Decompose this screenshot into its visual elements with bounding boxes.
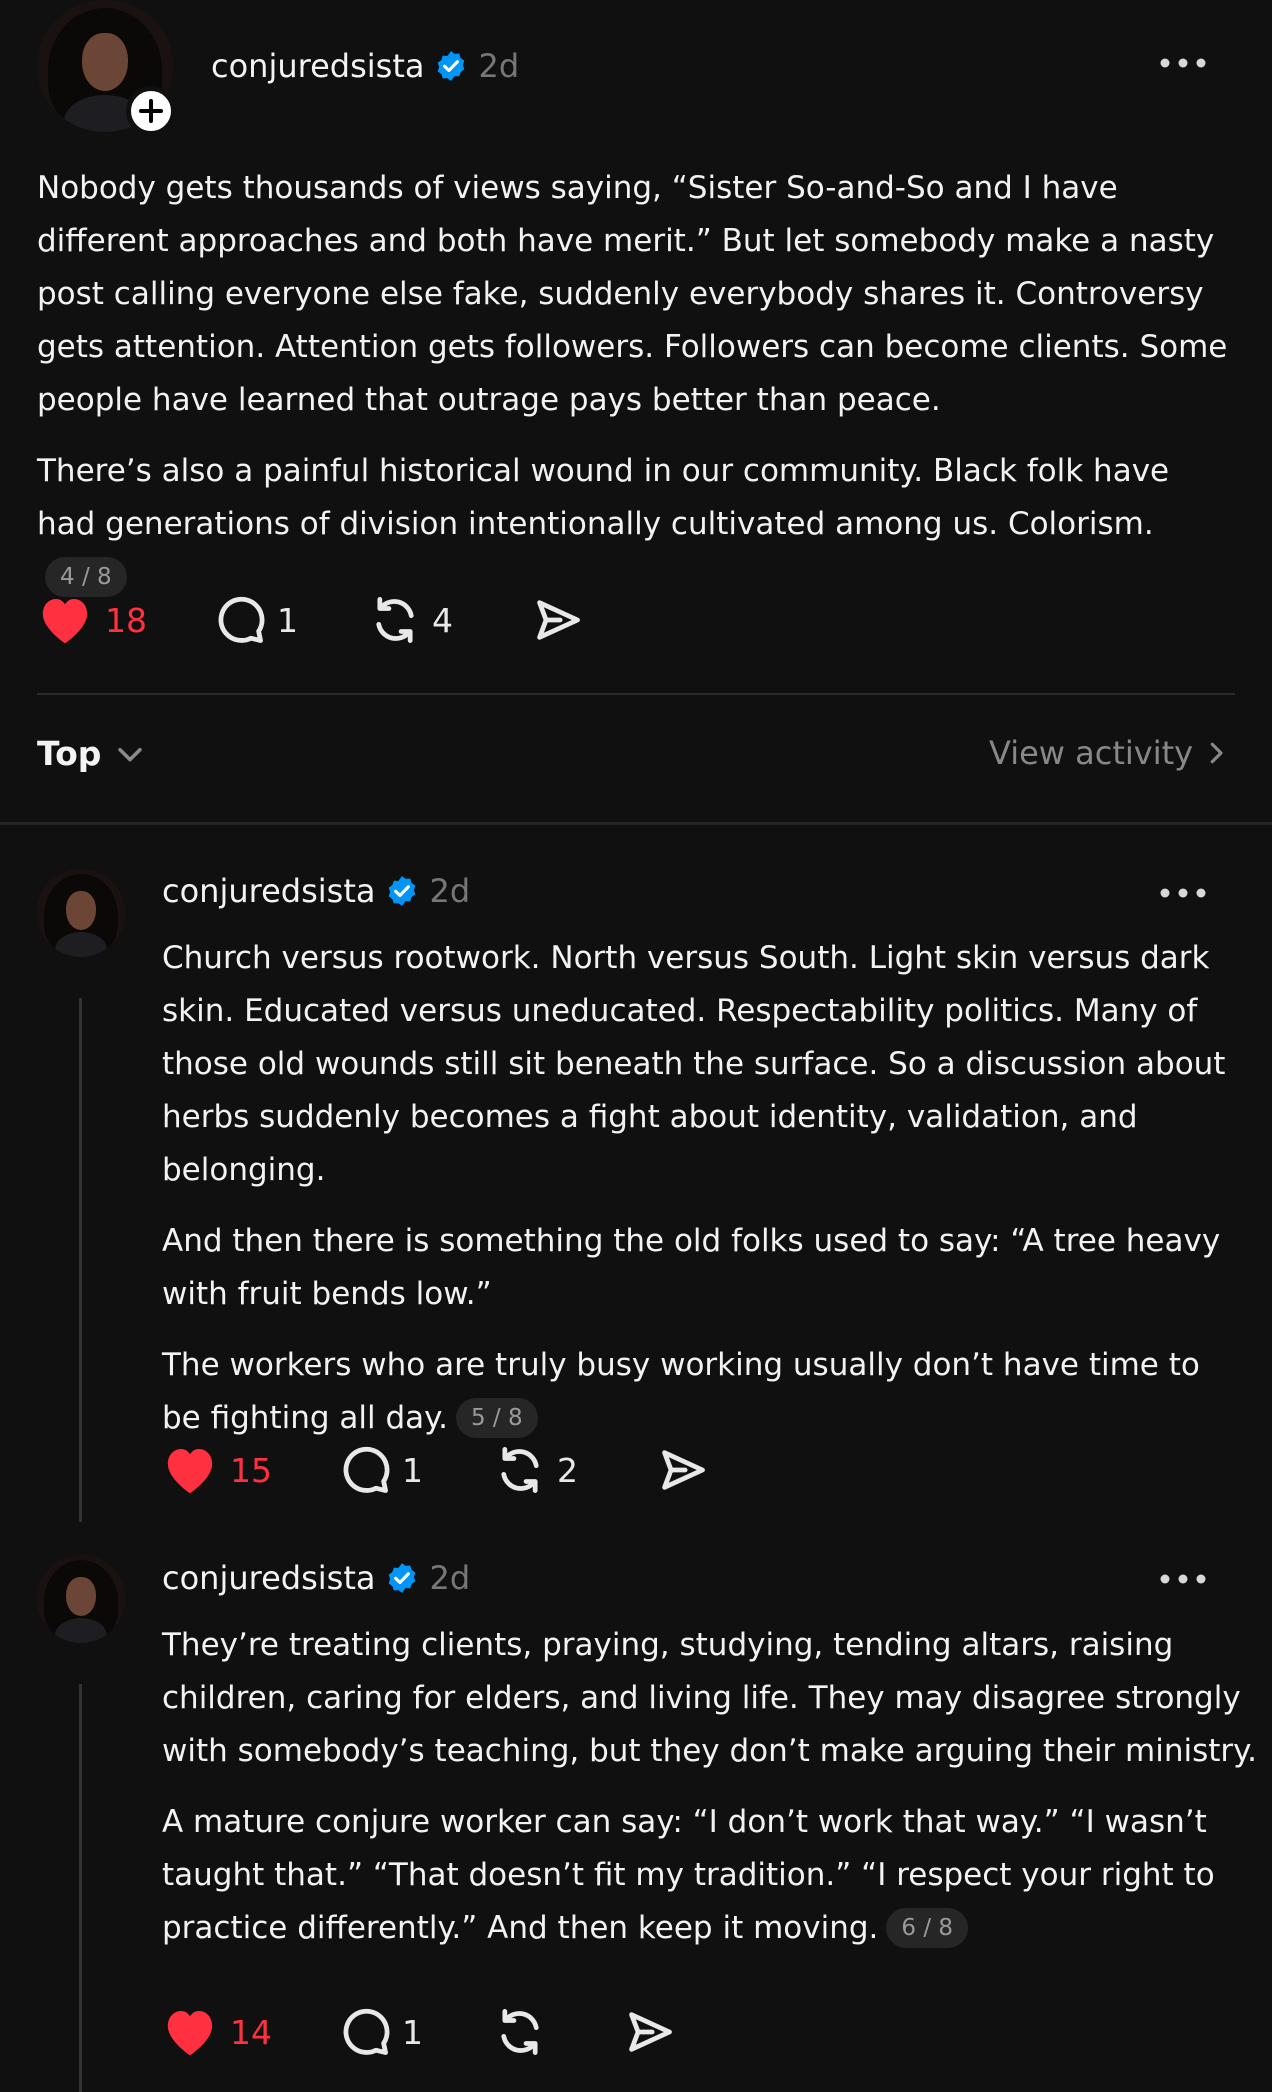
verified-badge-icon xyxy=(389,876,416,906)
like-count: 18 xyxy=(105,600,147,640)
post-paragraph: Nobody gets thousands of views saying, “… xyxy=(37,170,1228,418)
like-count: 14 xyxy=(230,2012,272,2052)
comment-icon xyxy=(218,596,265,643)
post-paragraph: A mature conjure worker can say: “I don’… xyxy=(162,1804,1215,1948)
thread-line xyxy=(79,1684,82,2092)
post-header: conjuredsista 2d xyxy=(162,868,470,914)
divider xyxy=(37,693,1235,695)
section-divider xyxy=(0,822,1272,825)
post-header: conjuredsista 2d xyxy=(162,1555,470,1601)
comment-icon xyxy=(343,1446,390,1493)
share-icon[interactable] xyxy=(655,1444,711,1496)
username[interactable]: conjuredsista xyxy=(211,47,424,85)
verified-badge-icon xyxy=(389,1563,416,1593)
avatar[interactable] xyxy=(37,869,125,957)
heart-icon xyxy=(167,2011,213,2056)
thread-line xyxy=(79,998,82,1522)
post-time: 2d xyxy=(429,872,471,910)
repost-button[interactable]: 4 xyxy=(368,594,453,646)
reply-button[interactable]: 1 xyxy=(338,1444,423,1496)
post-paragraph: And then there is something the old folk… xyxy=(162,1223,1221,1312)
post-time: 2d xyxy=(429,1559,471,1597)
heart-icon xyxy=(167,1449,213,1494)
post-time: 2d xyxy=(478,47,520,85)
heart-icon xyxy=(42,599,88,644)
like-button[interactable]: 15 xyxy=(162,1444,272,1496)
post-paragraph: They’re treating clients, praying, study… xyxy=(162,1627,1257,1769)
repost-count: 4 xyxy=(432,600,453,640)
reply-count: 1 xyxy=(402,2012,423,2052)
repost-icon xyxy=(501,2009,539,2055)
reply-button[interactable]: 1 xyxy=(213,594,298,646)
like-button[interactable]: 18 xyxy=(37,594,147,646)
more-icon[interactable] xyxy=(1158,1572,1208,1586)
post-paragraph: There’s also a painful historical wound … xyxy=(37,445,1237,604)
repost-button[interactable]: 2 xyxy=(493,1444,578,1496)
repost-icon xyxy=(376,597,414,643)
repost-icon xyxy=(501,1447,539,1493)
view-activity-link[interactable]: View activity xyxy=(989,734,1231,772)
sort-dropdown[interactable]: Top xyxy=(37,734,147,773)
share-icon[interactable] xyxy=(622,2006,678,2058)
avatar[interactable] xyxy=(37,1555,125,1643)
like-button[interactable]: 14 xyxy=(162,2006,272,2058)
reply-count: 1 xyxy=(402,1450,423,1490)
view-activity-label: View activity xyxy=(989,734,1194,772)
chevron-down-icon xyxy=(118,747,143,761)
share-icon[interactable] xyxy=(530,594,586,646)
sort-label: Top xyxy=(37,734,102,773)
comment-icon xyxy=(343,2008,390,2055)
repost-count: 2 xyxy=(557,1450,578,1490)
post-body: Church versus rootwork. North versus Sou… xyxy=(162,932,1247,1445)
reply-button[interactable]: 1 xyxy=(338,2006,423,2058)
chevron-right-icon xyxy=(1210,742,1223,764)
like-count: 15 xyxy=(230,1450,272,1490)
thread-pager: 5 / 8 xyxy=(455,1398,538,1438)
more-icon[interactable] xyxy=(1158,886,1208,900)
post-body: They’re treating clients, praying, study… xyxy=(162,1619,1257,1955)
post-header: conjuredsista 2d xyxy=(211,42,519,90)
repost-button[interactable] xyxy=(493,2006,557,2058)
more-icon[interactable] xyxy=(1158,56,1208,70)
plus-icon xyxy=(139,99,163,123)
post-paragraph: The workers who are truly busy working u… xyxy=(162,1347,1200,1438)
post-body: Nobody gets thousands of views saying, “… xyxy=(37,162,1237,604)
username[interactable]: conjuredsista xyxy=(162,1559,375,1597)
follow-button[interactable] xyxy=(126,86,176,136)
reply-count: 1 xyxy=(277,600,298,640)
post-paragraph: Church versus rootwork. North versus Sou… xyxy=(162,940,1226,1188)
verified-badge-icon xyxy=(438,51,465,81)
thread-pager: 4 / 8 xyxy=(45,557,127,597)
username[interactable]: conjuredsista xyxy=(162,872,375,910)
thread-pager: 6 / 8 xyxy=(886,1908,969,1948)
